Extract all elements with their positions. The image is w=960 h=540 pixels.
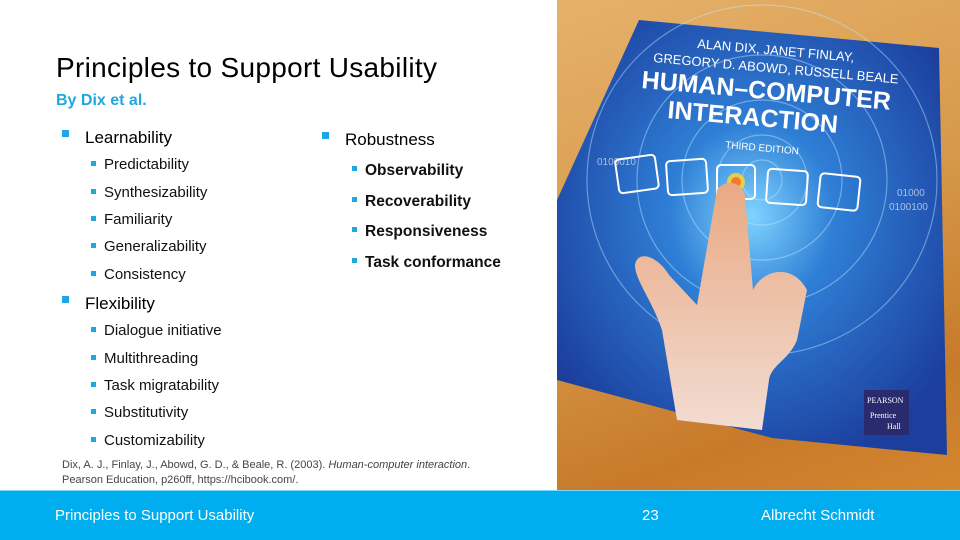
citation-punct: . xyxy=(467,459,471,471)
footer-title: Principles to Support Usability xyxy=(55,507,255,524)
list-item: Responsiveness xyxy=(352,223,487,241)
bullet-square-icon xyxy=(91,215,96,221)
list-item: Observability xyxy=(352,162,463,180)
publisher-imprint-1: Prentice xyxy=(870,411,897,420)
bullet-square-icon xyxy=(352,227,357,233)
citation-line-1: Dix, A. J., Finlay, J., Abowd, G. D., & … xyxy=(62,458,542,473)
bullet-square-icon xyxy=(91,242,96,248)
list-item-label: Synthesizability xyxy=(104,184,208,201)
bullet-square-icon xyxy=(352,166,357,172)
list-item-label: Recoverability xyxy=(365,193,471,210)
list-item-label: Responsiveness xyxy=(365,223,488,240)
list-item-label: Customizability xyxy=(104,432,205,449)
bullet-label: Learnability xyxy=(85,128,172,147)
list-item-label: Task migratability xyxy=(104,377,220,394)
book-binary-1: 0100010 xyxy=(597,157,636,168)
list-item: Multithreading xyxy=(91,350,198,367)
list-item: Familiarity xyxy=(91,211,172,228)
book-binary-3: 0100100 xyxy=(889,202,928,213)
page-number: 23 xyxy=(642,507,659,524)
bullet-square-icon xyxy=(352,197,357,203)
list-item-label: Consistency xyxy=(104,266,186,283)
publisher-name: PEARSON xyxy=(867,396,904,405)
footer-author: Albrecht Schmidt xyxy=(761,507,875,524)
list-item-label: Task conformance xyxy=(365,254,501,271)
publisher-imprint-2: Hall xyxy=(887,422,902,431)
bullet-label: Flexibility xyxy=(85,294,155,313)
list-item: Predictability xyxy=(91,156,189,173)
bullet-square-icon xyxy=(91,408,96,414)
bullet-square-icon xyxy=(91,326,96,332)
list-item-label: Multithreading xyxy=(104,350,199,367)
list-item-label: Dialogue initiative xyxy=(104,322,222,339)
list-item-label: Substitutivity xyxy=(104,404,189,421)
bullet-square-icon xyxy=(62,130,69,138)
list-item-label: Observability xyxy=(365,162,464,179)
list-item-label: Familiarity xyxy=(104,211,173,228)
list-item: Consistency xyxy=(91,266,186,283)
bullet-square-icon xyxy=(91,436,96,442)
citation-authors: Dix, A. J., Finlay, J., Abowd, G. D., & … xyxy=(62,459,329,471)
bullet-square-icon xyxy=(91,270,96,276)
list-item: Recoverability xyxy=(352,193,471,211)
bullet-label: Robustness xyxy=(345,130,435,149)
list-item: Task conformance xyxy=(352,254,501,272)
list-item: Customizability xyxy=(91,432,205,449)
bullet-flexibility: Flexibility xyxy=(62,294,155,314)
bullet-square-icon xyxy=(91,188,96,194)
list-item: Dialogue initiative xyxy=(91,322,222,339)
list-item: Synthesizability xyxy=(91,184,207,201)
bullet-square-icon xyxy=(352,258,357,264)
citation-book-title: Human-computer interaction xyxy=(328,459,468,471)
slide-title: Principles to Support Usability xyxy=(56,52,438,83)
footer-bar: Principles to Support Usability 23 Albre… xyxy=(0,490,960,540)
bullet-robustness: Robustness xyxy=(322,130,435,150)
book-cover-photo: ALAN DIX, JANET FINLAY, GREGORY D. ABOWD… xyxy=(557,0,960,490)
bullet-square-icon xyxy=(62,296,69,304)
slide-subtitle: By Dix et al. xyxy=(56,92,147,109)
list-item: Generalizability xyxy=(91,238,207,255)
book-binary-2: 01000 xyxy=(897,188,925,199)
list-item-label: Generalizability xyxy=(104,238,207,255)
bullet-square-icon xyxy=(91,160,96,166)
citation-line-2: Pearson Education, p260ff, https://hcibo… xyxy=(62,474,299,486)
citation: Dix, A. J., Finlay, J., Abowd, G. D., & … xyxy=(62,458,542,488)
bullet-square-icon xyxy=(322,132,329,140)
bullet-learnability: Learnability xyxy=(62,128,172,148)
list-item-label: Predictability xyxy=(104,156,190,173)
list-item: Task migratability xyxy=(91,377,219,394)
list-item: Substitutivity xyxy=(91,404,188,421)
book-cover-illustration: ALAN DIX, JANET FINLAY, GREGORY D. ABOWD… xyxy=(557,4,947,455)
bullet-square-icon xyxy=(91,381,96,387)
bullet-square-icon xyxy=(91,354,96,360)
